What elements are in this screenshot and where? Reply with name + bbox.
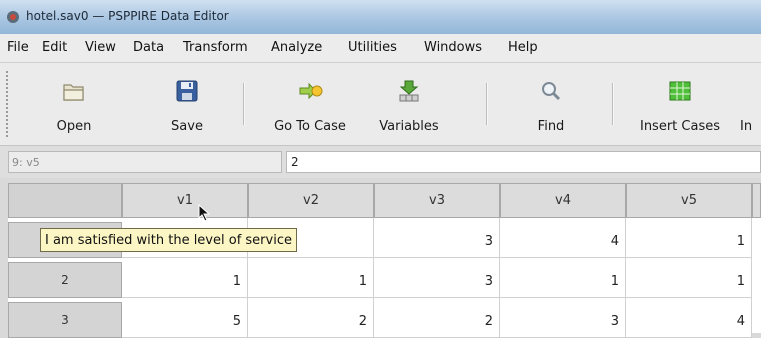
floppy-disk-icon [176,80,198,102]
row-header-2[interactable]: 2 [8,262,122,298]
column-header-next[interactable] [752,183,761,218]
menu-analyze[interactable]: Analyze [271,40,322,55]
mouse-pointer-icon [198,204,211,222]
grid-corner[interactable] [8,183,122,218]
save-button[interactable]: Save [154,71,220,137]
column-header-v2[interactable]: v2 [248,183,374,218]
menu-utilities[interactable]: Utilities [348,40,397,55]
insert-cases-label: Insert Cases [639,119,720,134]
menu-transform[interactable]: Transform [183,40,248,55]
toolbar-grip[interactable] [6,71,12,137]
magnifier-icon [542,82,561,101]
save-label: Save [171,119,203,134]
column-header-v1[interactable]: v1 [122,183,248,218]
menu-edit[interactable]: Edit [42,40,67,55]
find-button[interactable]: Find [518,71,584,137]
open-button[interactable]: Open [40,71,108,137]
menu-view[interactable]: View [85,40,116,55]
cell-r1-v3[interactable]: 3 [374,218,500,258]
goto-case-button[interactable]: Go To Case [258,71,362,137]
column-header-v3[interactable]: v3 [374,183,500,218]
menu-data[interactable]: Data [133,40,164,55]
variables-icon [399,80,419,102]
cell-r3-v4[interactable]: 3 [500,298,626,338]
insert-cases-grid-icon [669,81,691,101]
cell-r1-v5[interactable]: 1 [626,218,752,258]
goto-case-label: Go To Case [274,119,346,134]
column-header-v5[interactable]: v5 [626,183,752,218]
menu-bar: File Edit View Data Transform Analyze Ut… [0,34,761,63]
cell-r3-v2[interactable]: 2 [248,298,374,338]
cell-r2-v2[interactable]: 1 [248,258,374,298]
open-label: Open [56,119,92,134]
cell-r2-v3[interactable]: 3 [374,258,500,298]
cell-r1-v4[interactable]: 4 [500,218,626,258]
folder-open-icon [63,84,84,101]
title-bar: hotel.sav0 — PSPPIRE Data Editor [0,0,761,34]
cell-editor-bar: 9: v5 2 [0,146,761,178]
find-label: Find [537,119,565,134]
menu-file[interactable]: File [7,40,29,55]
variable-label-tooltip: I am satisfied with the level of service [40,228,297,252]
cell-value-input[interactable]: 2 [286,151,761,173]
menu-help[interactable]: Help [508,40,538,55]
column-header-v4[interactable]: v4 [500,183,626,218]
variables-label: Variables [379,119,439,134]
insert-variable-label: In [740,119,753,134]
insert-variable-button[interactable]: In [740,71,761,137]
cell-r3-v5[interactable]: 4 [626,298,752,338]
cell-r3-v3[interactable]: 2 [374,298,500,338]
cell-r2-v1[interactable]: 1 [122,258,248,298]
pspp-app-icon [7,11,19,23]
toolbar-separator [612,83,614,125]
menu-windows[interactable]: Windows [424,40,482,55]
toolbar-separator [486,83,488,125]
cell-r2-v4[interactable]: 1 [500,258,626,298]
window-title: hotel.sav0 — PSPPIRE Data Editor [26,9,229,23]
variables-button[interactable]: Variables [364,71,454,137]
goto-case-arrow-icon [299,82,323,100]
toolbar: Open Save Go To Case Variables Find Inse… [0,63,761,146]
cell-r3-v1[interactable]: 5 [122,298,248,338]
insert-cases-button[interactable]: Insert Cases [622,71,738,137]
toolbar-separator [243,83,245,125]
cell-reference-field[interactable]: 9: v5 [8,151,282,173]
cell-r2-v5[interactable]: 1 [626,258,752,298]
